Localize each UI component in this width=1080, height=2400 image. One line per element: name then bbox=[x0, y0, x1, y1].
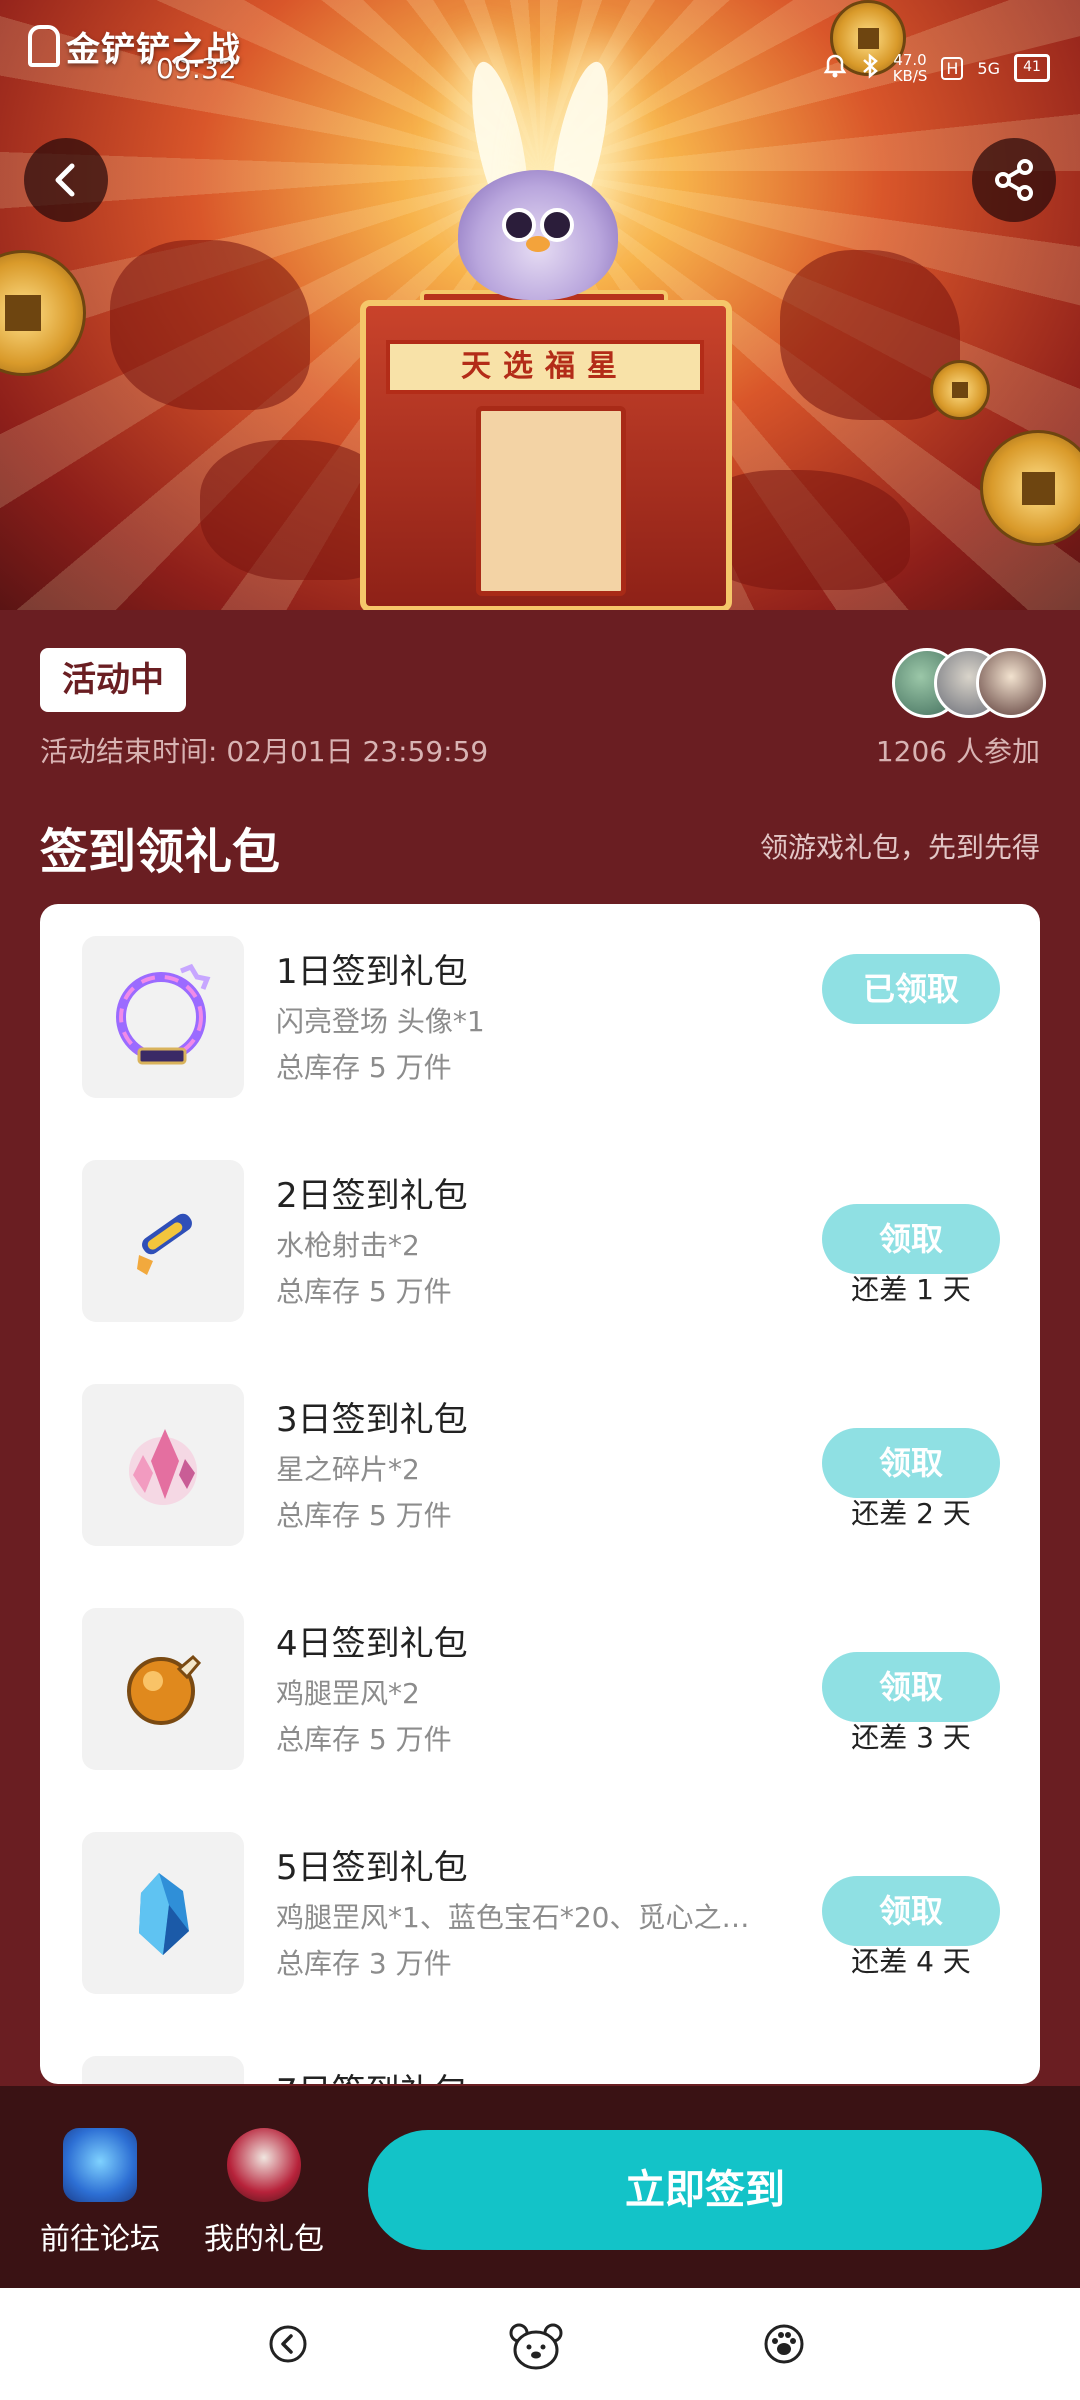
forum-label: 前往论坛 bbox=[40, 2222, 160, 2257]
gift-list: 1日签到礼包 闪亮登场 头像*1 总库存 5 万件 已领取 2日签到礼包 水枪射… bbox=[40, 904, 1040, 2084]
bluetooth-icon bbox=[861, 52, 879, 84]
share-button[interactable] bbox=[972, 138, 1056, 222]
gift-description: 鸡腿罡风*2 bbox=[276, 1677, 420, 1710]
section-title: 签到领礼包 bbox=[40, 824, 281, 880]
gift-thumbnail bbox=[82, 1832, 244, 1994]
status-bar: 金铲铲之战 09:32 47.0 KB/S H 5G 41 bbox=[0, 0, 1080, 120]
gift-row: 1日签到礼包 闪亮登场 头像*1 总库存 5 万件 已领取 bbox=[40, 904, 1040, 1128]
my-gifts-button[interactable]: 我的礼包 bbox=[194, 2128, 334, 2258]
penguin-beak bbox=[526, 236, 550, 252]
gift-title: 1日签到礼包 bbox=[276, 952, 468, 992]
gift-stock: 总库存 5 万件 bbox=[276, 1275, 452, 1308]
star-shard-icon bbox=[129, 1429, 197, 1505]
net-speed-value: 47.0 bbox=[893, 51, 927, 69]
home-bear-icon[interactable] bbox=[508, 2322, 564, 2370]
stage-card bbox=[476, 406, 626, 596]
gift-row: 7日签到礼包 领取 bbox=[40, 2024, 1040, 2084]
gift-description: 水枪射击*2 bbox=[276, 1229, 420, 1262]
share-icon bbox=[995, 159, 1033, 201]
section-subtitle: 领游戏礼包，先到先得 bbox=[759, 831, 1040, 864]
participant-count: 1206 人参加 bbox=[875, 735, 1040, 768]
days-remaining: 还差 3 天 bbox=[851, 1721, 971, 1754]
lantern-stage: 天选福星 bbox=[360, 300, 732, 610]
claim-button[interactable]: 领取 bbox=[822, 1428, 1000, 1498]
gift-description: 鸡腿罡风*1、蓝色宝石*20、觅心之… bbox=[276, 1901, 750, 1934]
claim-button[interactable]: 领取 bbox=[822, 1876, 1000, 1946]
blue-gem-icon bbox=[139, 1873, 189, 1955]
my-gifts-icon bbox=[227, 2128, 301, 2202]
gift-title: 7日签到礼包 bbox=[276, 2064, 468, 2084]
activity-status-badge: 活动中 bbox=[40, 648, 186, 712]
hd-icon: H bbox=[941, 56, 964, 80]
gift-row: 2日签到礼包 水枪射击*2 总库存 5 万件 领取 还差 1 天 bbox=[40, 1128, 1040, 1352]
back-gesture-icon[interactable] bbox=[266, 2322, 310, 2366]
net-speed: 47.0 KB/S bbox=[893, 52, 928, 84]
gift-description: 闪亮登场 头像*1 bbox=[276, 1005, 485, 1038]
claim-button[interactable]: 领取 bbox=[822, 1204, 1000, 1274]
gift-row: 3日签到礼包 星之碎片*2 总库存 5 万件 领取 还差 2 天 bbox=[40, 1352, 1040, 1576]
gift-title: 5日签到礼包 bbox=[276, 1848, 468, 1888]
claimed-button[interactable]: 已领取 bbox=[822, 954, 1000, 1024]
signal-icon: 5G bbox=[977, 58, 1000, 78]
shovel-icon bbox=[28, 25, 60, 67]
drumstick-orb-icon bbox=[127, 1654, 202, 1725]
gift-stock: 总库存 5 万件 bbox=[276, 1499, 452, 1532]
paw-recents-icon[interactable] bbox=[762, 2322, 806, 2366]
status-icons: 47.0 KB/S H 5G 41 bbox=[823, 52, 1050, 84]
back-button[interactable] bbox=[24, 138, 108, 222]
my-gifts-label: 我的礼包 bbox=[204, 2222, 324, 2257]
battery-icon: 41 bbox=[1014, 54, 1050, 82]
gift-row: 5日签到礼包 鸡腿罡风*1、蓝色宝石*20、觅心之… 总库存 3 万件 领取 还… bbox=[40, 1800, 1040, 2024]
penguin-mascot bbox=[458, 170, 618, 300]
hero-banner: 天选福星 金铲铲之战 09:32 47.0 KB/S H 5G 41 bbox=[0, 0, 1080, 610]
gift-stock: 总库存 5 万件 bbox=[276, 1051, 452, 1084]
days-remaining: 还差 1 天 bbox=[851, 1273, 971, 1306]
gift-thumbnail bbox=[82, 1608, 244, 1770]
gift-stock: 总库存 5 万件 bbox=[276, 1723, 452, 1756]
activity-end-time: 活动结束时间: 02月01日 23:59:59 bbox=[40, 735, 489, 768]
gift-title: 2日签到礼包 bbox=[276, 1176, 468, 1216]
gift-stock: 总库存 3 万件 bbox=[276, 1947, 452, 1980]
avatar-frame-icon bbox=[116, 963, 211, 1065]
bottom-action-bar: 前往论坛 我的礼包 立即签到 bbox=[0, 2086, 1080, 2288]
gift-title: 4日签到礼包 bbox=[276, 1624, 468, 1664]
status-time: 09:32 bbox=[156, 52, 237, 85]
stage-sign: 天选福星 bbox=[386, 340, 704, 394]
avatar bbox=[976, 648, 1046, 718]
gift-title: 3日签到礼包 bbox=[276, 1400, 468, 1440]
forum-icon bbox=[63, 2128, 137, 2202]
checkin-button[interactable]: 立即签到 bbox=[368, 2130, 1042, 2250]
hero-left-warrior bbox=[110, 240, 310, 410]
alarm-icon bbox=[823, 53, 847, 84]
gift-thumbnail bbox=[82, 1160, 244, 1322]
gift-thumbnail bbox=[82, 1384, 244, 1546]
net-speed-unit: KB/S bbox=[892, 67, 928, 85]
gift-thumbnail bbox=[82, 936, 244, 1098]
chevron-left-icon bbox=[55, 163, 75, 197]
days-remaining: 还差 2 天 bbox=[851, 1497, 971, 1530]
participant-avatars[interactable] bbox=[892, 648, 1046, 718]
water-gun-icon bbox=[137, 1213, 192, 1275]
gift-description: 星之碎片*2 bbox=[276, 1453, 420, 1486]
gift-thumbnail bbox=[82, 2056, 244, 2084]
coin-decoration bbox=[930, 360, 990, 420]
days-remaining: 还差 4 天 bbox=[851, 1945, 971, 1978]
go-to-forum-button[interactable]: 前往论坛 bbox=[30, 2128, 170, 2258]
system-navigation-bar bbox=[0, 2288, 1080, 2400]
claim-button[interactable]: 领取 bbox=[822, 1652, 1000, 1722]
gift-row: 4日签到礼包 鸡腿罡风*2 总库存 5 万件 领取 还差 3 天 bbox=[40, 1576, 1040, 1800]
